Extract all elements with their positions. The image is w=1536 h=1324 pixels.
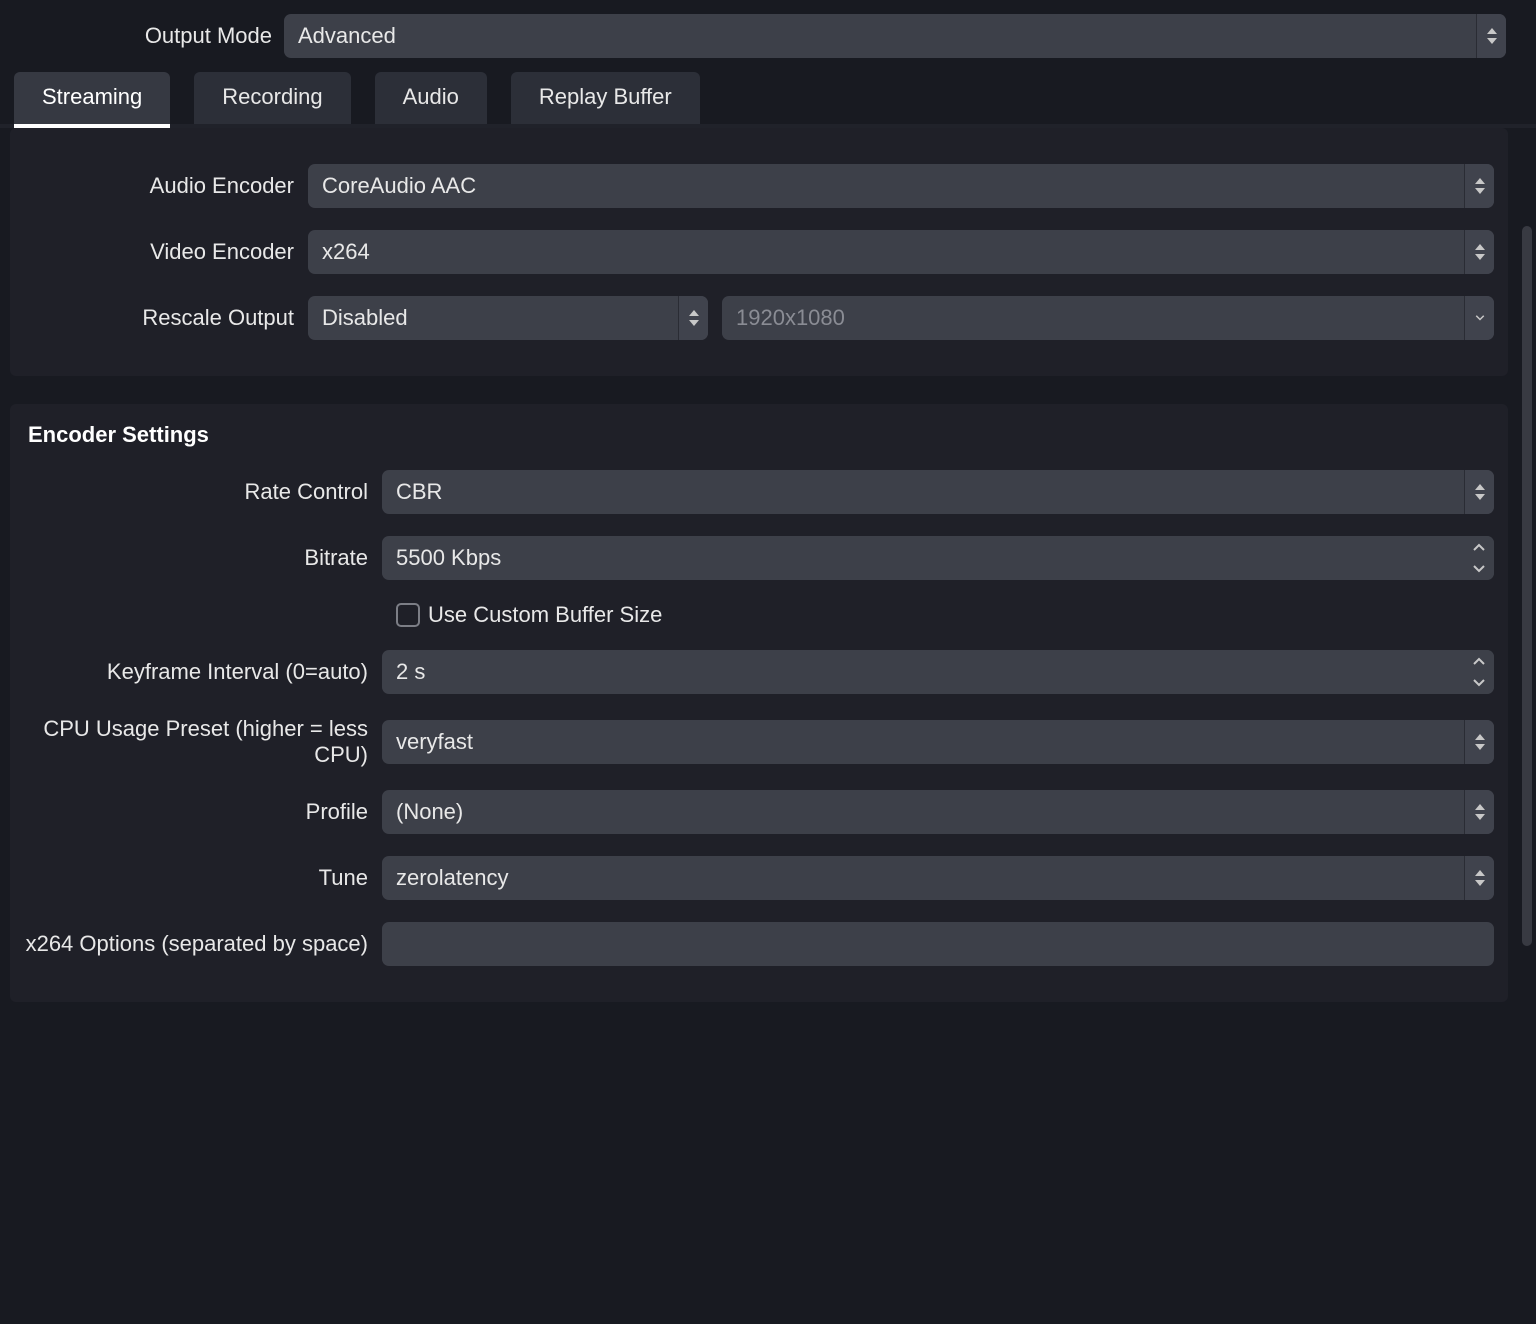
- cpu-preset-value: veryfast: [382, 720, 1464, 764]
- tab-recording[interactable]: Recording: [194, 72, 350, 124]
- output-tabs: Streaming Recording Audio Replay Buffer: [0, 72, 1536, 128]
- updown-icon: [678, 296, 708, 340]
- video-encoder-value: x264: [308, 230, 1464, 274]
- profile-select[interactable]: (None): [382, 790, 1494, 834]
- bitrate-down[interactable]: [1464, 558, 1494, 580]
- audio-encoder-select[interactable]: CoreAudio AAC: [308, 164, 1494, 208]
- rescale-output-label: Rescale Output: [24, 305, 294, 331]
- x264opts-input[interactable]: [382, 922, 1494, 966]
- updown-icon: [1464, 230, 1494, 274]
- tune-label: Tune: [24, 865, 368, 891]
- tab-audio[interactable]: Audio: [375, 72, 487, 124]
- rescale-output-select[interactable]: Disabled: [308, 296, 708, 340]
- scrollbar[interactable]: [1518, 128, 1536, 1002]
- bitrate-spinner[interactable]: 5500 Kbps: [382, 536, 1494, 580]
- cpu-preset-select[interactable]: veryfast: [382, 720, 1494, 764]
- cpu-preset-label: CPU Usage Preset (higher = less CPU): [24, 716, 368, 768]
- updown-icon: [1464, 720, 1494, 764]
- bitrate-label: Bitrate: [24, 545, 368, 571]
- custom-buffer-label: Use Custom Buffer Size: [428, 602, 662, 628]
- chevron-down-icon: [1464, 296, 1494, 340]
- output-mode-select[interactable]: Advanced: [284, 14, 1506, 58]
- tab-streaming[interactable]: Streaming: [14, 72, 170, 124]
- rescale-resolution-select[interactable]: 1920x1080: [722, 296, 1494, 340]
- bitrate-up[interactable]: [1464, 536, 1494, 558]
- audio-encoder-value: CoreAudio AAC: [308, 164, 1464, 208]
- audio-encoder-label: Audio Encoder: [24, 173, 294, 199]
- tune-value: zerolatency: [382, 856, 1464, 900]
- updown-icon: [1464, 164, 1494, 208]
- keyframe-value: 2 s: [382, 650, 1464, 694]
- rescale-resolution-value: 1920x1080: [722, 296, 1464, 340]
- rescale-output-value: Disabled: [308, 296, 678, 340]
- rate-control-value: CBR: [382, 470, 1464, 514]
- output-mode-label: Output Mode: [0, 23, 284, 49]
- tab-replay-buffer[interactable]: Replay Buffer: [511, 72, 700, 124]
- output-mode-value: Advanced: [284, 14, 1476, 58]
- updown-icon: [1464, 856, 1494, 900]
- tune-select[interactable]: zerolatency: [382, 856, 1494, 900]
- video-encoder-select[interactable]: x264: [308, 230, 1494, 274]
- x264opts-label: x264 Options (separated by space): [24, 931, 368, 957]
- keyframe-down[interactable]: [1464, 672, 1494, 694]
- keyframe-up[interactable]: [1464, 650, 1494, 672]
- profile-value: (None): [382, 790, 1464, 834]
- rate-control-label: Rate Control: [24, 479, 368, 505]
- custom-buffer-checkbox[interactable]: [396, 603, 420, 627]
- video-encoder-label: Video Encoder: [24, 239, 294, 265]
- updown-icon: [1464, 470, 1494, 514]
- keyframe-spinner[interactable]: 2 s: [382, 650, 1494, 694]
- updown-icon: [1464, 790, 1494, 834]
- encoder-settings-heading: Encoder Settings: [28, 422, 1494, 448]
- keyframe-label: Keyframe Interval (0=auto): [24, 659, 368, 685]
- bitrate-value: 5500 Kbps: [382, 536, 1464, 580]
- scroll-track: [1522, 136, 1532, 994]
- updown-icon: [1476, 14, 1506, 58]
- rate-control-select[interactable]: CBR: [382, 470, 1494, 514]
- profile-label: Profile: [24, 799, 368, 825]
- scroll-thumb[interactable]: [1522, 226, 1532, 946]
